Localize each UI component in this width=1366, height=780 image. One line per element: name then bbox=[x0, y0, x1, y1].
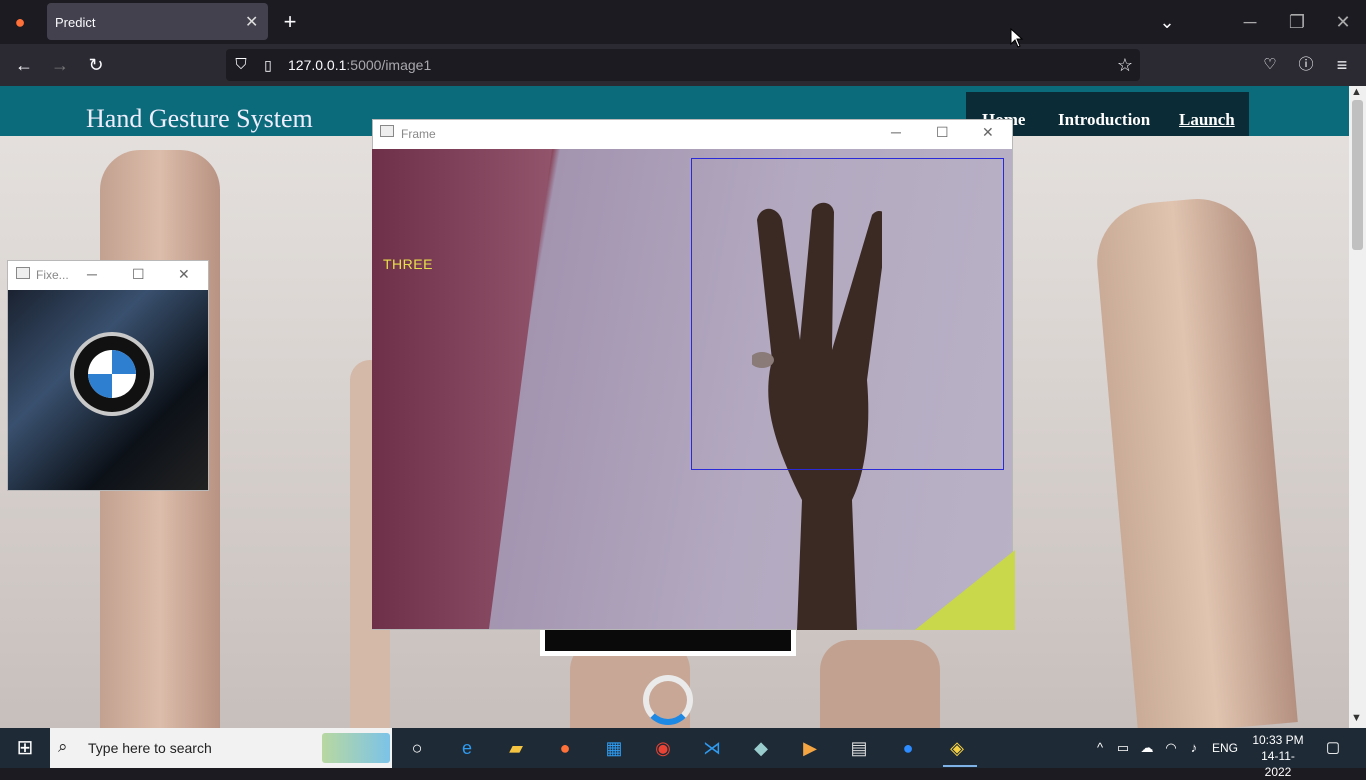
window-app-icon bbox=[380, 125, 394, 137]
clock-date: 14-11-2022 bbox=[1261, 749, 1295, 779]
menu-hamburger-icon[interactable]: ≡ bbox=[1330, 53, 1354, 77]
chrome-icon[interactable]: ◉ bbox=[650, 736, 676, 760]
minimize-icon[interactable]: ─ bbox=[1238, 10, 1262, 34]
back-arrow-icon[interactable]: ← bbox=[12, 53, 36, 77]
fixed-maximize-icon[interactable]: ☐ bbox=[132, 266, 145, 283]
fixed-window-title: Fixe... bbox=[36, 268, 69, 282]
frame-minimize-icon[interactable]: ─ bbox=[891, 124, 901, 140]
onedrive-cloud-icon[interactable]: ☁ bbox=[1134, 736, 1160, 760]
zoom-icon[interactable]: ● bbox=[895, 736, 921, 760]
close-icon[interactable]: ✕ bbox=[1331, 10, 1355, 34]
fixed-minimize-icon[interactable]: ─ bbox=[87, 266, 97, 282]
tab-predict[interactable]: Predict ✕ bbox=[47, 3, 268, 40]
scroll-up-icon[interactable]: ▲ bbox=[1351, 86, 1362, 98]
mouse-cursor-icon bbox=[1010, 28, 1024, 48]
windows-start-icon[interactable]: ⊞ bbox=[12, 736, 38, 760]
notifications-icon[interactable]: ▢ bbox=[1320, 736, 1346, 760]
taskbar-clock[interactable]: 10:33 PM 14-11-2022 bbox=[1248, 732, 1308, 780]
detection-bounding-box bbox=[691, 158, 1004, 470]
firefox-icon[interactable]: ● bbox=[8, 10, 32, 34]
url-text[interactable]: 127.0.0.1:5000/image1 bbox=[288, 57, 431, 73]
volume-icon[interactable]: ♪ bbox=[1181, 736, 1207, 760]
file-explorer-icon[interactable]: ▰ bbox=[503, 736, 529, 760]
pocket-icon[interactable]: ♡ bbox=[1258, 53, 1282, 77]
app-icon[interactable]: ◆ bbox=[748, 736, 774, 760]
frame-close-icon[interactable]: ✕ bbox=[982, 124, 994, 141]
loading-spinner-icon bbox=[643, 675, 693, 725]
python-file-icon[interactable]: ▤ bbox=[846, 736, 872, 760]
shield-icon[interactable]: ⛉ bbox=[229, 53, 253, 77]
firefox-taskbar-icon[interactable]: ● bbox=[552, 736, 578, 760]
info-icon[interactable]: ⓘ bbox=[1294, 53, 1318, 77]
language-indicator[interactable]: ENG bbox=[1212, 741, 1238, 755]
new-tab-button[interactable]: + bbox=[278, 10, 302, 34]
bmw-logo-image bbox=[70, 332, 154, 416]
forward-arrow-icon[interactable]: → bbox=[48, 53, 72, 77]
clock-time: 10:33 PM bbox=[1252, 733, 1304, 747]
gesture-prediction-label: THREE bbox=[383, 256, 433, 272]
restore-icon[interactable]: ❐ bbox=[1285, 10, 1309, 34]
python-icon[interactable]: ◈ bbox=[944, 736, 970, 760]
bookmark-star-icon[interactable]: ☆ bbox=[1113, 53, 1137, 77]
battery-icon[interactable]: ▭ bbox=[1110, 736, 1136, 760]
nav-introduction[interactable]: Introduction bbox=[1058, 110, 1150, 130]
image-card-content bbox=[545, 629, 791, 651]
taskbar-search-placeholder[interactable]: Type here to search bbox=[88, 740, 212, 756]
search-icon: ⌕ bbox=[58, 737, 68, 756]
nav-launch[interactable]: Launch bbox=[1179, 110, 1235, 130]
frame-window-title: Frame bbox=[401, 127, 436, 141]
media-player-icon[interactable]: ▶ bbox=[797, 736, 823, 760]
vscode-icon[interactable]: ⋊ bbox=[699, 736, 725, 760]
list-tabs-chevron-icon[interactable]: ⌄ bbox=[1155, 10, 1179, 34]
search-highlight-image[interactable] bbox=[322, 733, 390, 763]
background-arm bbox=[820, 640, 940, 730]
url-path: :5000/image1 bbox=[346, 57, 432, 73]
site-brand[interactable]: Hand Gesture System bbox=[86, 104, 313, 134]
tab-title: Predict bbox=[55, 15, 96, 30]
frame-maximize-icon[interactable]: ☐ bbox=[936, 124, 949, 141]
store-icon[interactable]: ▦ bbox=[601, 736, 627, 760]
cortana-icon[interactable]: ○ bbox=[404, 736, 430, 760]
page-icon[interactable]: ▯ bbox=[256, 53, 280, 77]
scrollbar-thumb[interactable] bbox=[1352, 100, 1363, 250]
active-app-indicator bbox=[943, 765, 977, 767]
fixed-close-icon[interactable]: ✕ bbox=[178, 266, 190, 283]
window-app-icon bbox=[16, 267, 30, 279]
tab-close-icon[interactable]: ✕ bbox=[245, 12, 258, 32]
url-host: 127.0.0.1 bbox=[288, 57, 347, 73]
scroll-down-icon[interactable]: ▼ bbox=[1351, 712, 1362, 724]
reload-icon[interactable]: ↻ bbox=[84, 53, 108, 77]
internet-explorer-icon[interactable]: e bbox=[454, 736, 480, 760]
